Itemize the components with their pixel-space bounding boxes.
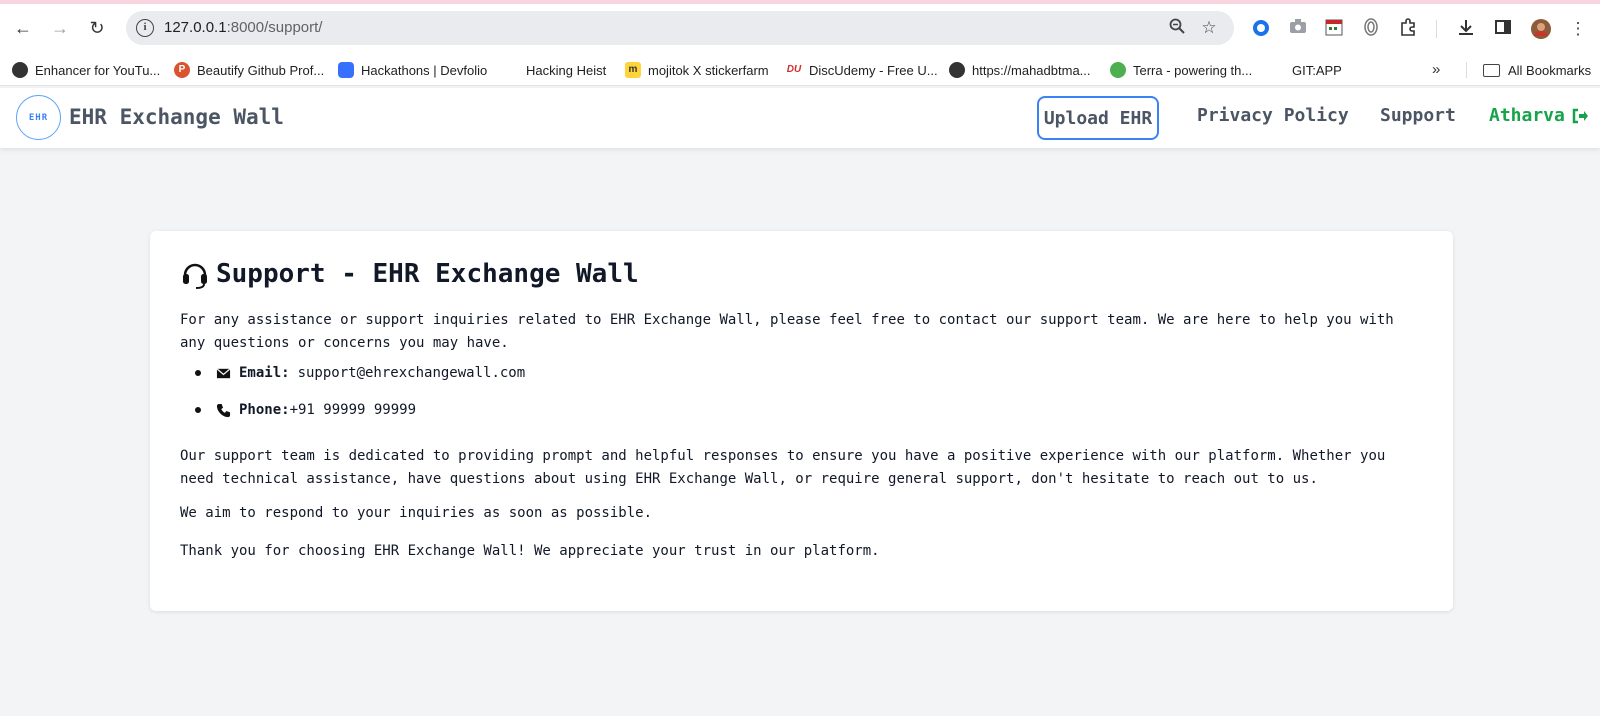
headset-icon [183,263,207,289]
more-bookmarks-icon[interactable]: » [1432,61,1440,78]
fingerprint-icon[interactable] [1360,18,1382,40]
side-panel-icon[interactable] [1492,18,1514,40]
envelope-icon [216,367,231,378]
bullet [195,370,201,376]
bookmark-label: GIT:APP [1292,62,1342,78]
toolbar-separator [1436,20,1437,38]
discudemy-icon: DU [786,64,802,75]
profile-avatar[interactable] [1530,18,1552,40]
camera-icon[interactable] [1287,18,1309,40]
details-paragraph: Our support team is dedicated to providi… [180,448,1386,487]
forward-icon[interactable]: → [46,14,74,42]
bookmark-item[interactable]: P Beautify Github Prof... [174,60,324,80]
support-card: Support - EHR Exchange Wall For any assi… [150,231,1453,611]
thanks-paragraph: Thank you for choosing EHR Exchange Wall… [180,543,880,559]
bookmark-label: https://mahadbtma... [972,62,1091,78]
email-label: Email: [239,365,290,381]
bookmark-item[interactable]: m mojitok X stickerfarm [625,60,769,80]
phone-item: Phone: +91 99999 99999 [180,402,416,418]
bookmark-item[interactable]: DU DiscUdemy - Free U... [786,60,938,80]
reload-icon[interactable]: ↻ [83,14,111,42]
app-navbar: EHR EHR Exchange Wall Upload EHR Privacy… [0,88,1600,148]
logout-icon [1572,108,1588,123]
bookmark-item[interactable]: Hackathons | Devfolio [338,60,487,80]
url-host: 127.0.0.1 [164,19,227,36]
brand-title[interactable]: EHR Exchange Wall [69,105,284,129]
bullet [195,407,201,413]
phone-value[interactable]: +91 99999 99999 [290,402,416,418]
title-text: Support - EHR Exchange Wall [216,259,639,289]
bookmark-label: Terra - powering th... [1133,62,1253,78]
bookmark-label: Hackathons | Devfolio [361,62,488,78]
user-logout-link[interactable]: Atharva [1489,105,1589,126]
terra-icon [1110,62,1126,78]
product-hunt-icon: P [174,62,190,78]
ehr-logo[interactable]: EHR [16,95,61,140]
bookmark-label: Hacking Heist [526,62,607,78]
bookmark-label: DiscUdemy - Free U... [809,62,938,78]
address-bar[interactable]: i 127.0.0.1:8000/support/ ☆ [126,11,1234,45]
zoom-icon[interactable] [1166,17,1188,39]
url-path: :8000/support/ [226,19,323,36]
response-paragraph: We aim to respond to your inquiries as s… [180,505,653,521]
folder-icon [1483,63,1500,77]
calendar-extension-icon[interactable] [1323,18,1345,40]
bookmarks-separator [1466,62,1467,78]
extension-circle-icon[interactable] [1250,18,1272,40]
support-link[interactable]: Support [1380,105,1456,126]
browser-toolbar: ← → ↻ i 127.0.0.1:8000/support/ ☆ ⋮ [0,4,1600,52]
bookmark-item[interactable]: GIT:APP [1292,60,1342,80]
upload-ehr-button[interactable]: Upload EHR [1037,96,1159,140]
bookmark-label: mojitok X stickerfarm [648,62,769,78]
all-bookmarks-button[interactable]: All Bookmarks [1483,60,1591,80]
bookmark-star-icon[interactable]: ☆ [1198,17,1220,39]
all-bookmarks-label: All Bookmarks [1508,62,1592,78]
intro-paragraph: For any assistance or support inquiries … [180,312,1394,351]
browser-menu-icon[interactable]: ⋮ [1567,18,1589,40]
phone-icon [216,403,231,417]
page-title: Support - EHR Exchange Wall [180,259,639,289]
bookmark-label: Enhancer for YouTu... [35,62,161,78]
bookmark-item[interactable]: Terra - powering th... [1110,60,1252,80]
phone-label: Phone: [239,402,290,418]
download-icon[interactable] [1455,18,1477,40]
email-value[interactable]: support@ehrexchangewall.com [298,365,526,381]
back-icon[interactable]: ← [9,14,37,42]
mojitok-icon: m [625,62,641,78]
globe-icon [949,62,965,78]
privacy-policy-link[interactable]: Privacy Policy [1197,105,1349,126]
email-item: Email: support@ehrexchangewall.com [180,365,525,381]
bookmark-label: Beautify Github Prof... [197,62,325,78]
bookmark-item[interactable]: Enhancer for YouTu... [12,60,160,80]
globe-icon [12,62,28,78]
bookmark-item[interactable]: Hacking Heist [526,60,606,80]
devfolio-icon [338,62,354,78]
extensions-puzzle-icon[interactable] [1397,18,1419,40]
site-info-icon[interactable]: i [136,19,154,37]
bookmarks-bar: Enhancer for YouTu... P Beautify Github … [0,52,1600,86]
logo-text: EHR [28,112,49,123]
bookmark-item[interactable]: https://mahadbtma... [949,60,1091,80]
user-name: Atharva [1489,105,1565,126]
url-text[interactable]: 127.0.0.1:8000/support/ [164,19,322,36]
